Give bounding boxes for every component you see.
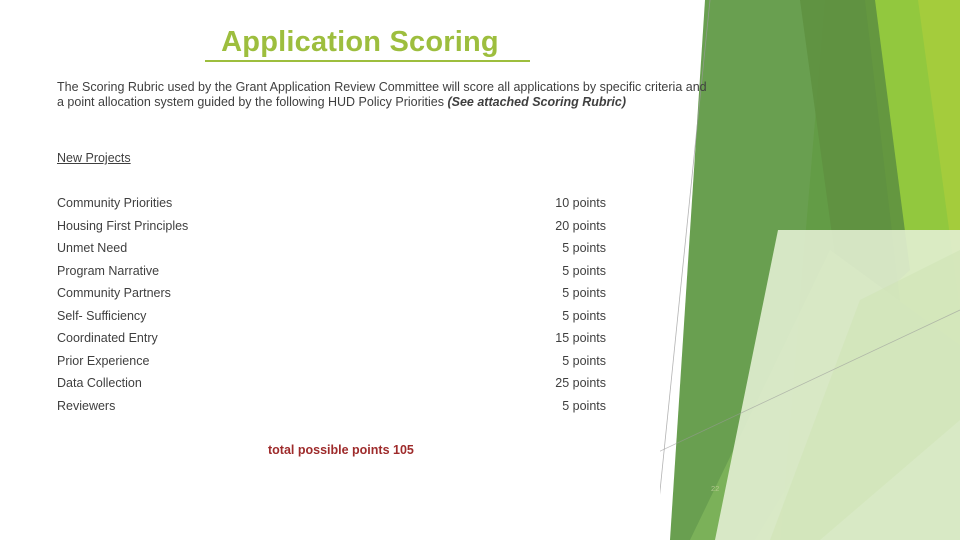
criterion-label: Self- Sufficiency xyxy=(57,308,147,323)
scoring-row: Unmet Need 5 points xyxy=(57,241,606,264)
criterion-points: 10 points xyxy=(555,196,606,210)
deco-shape-medium-green xyxy=(690,250,960,540)
criterion-label: Program Narrative xyxy=(57,263,160,278)
title-underline xyxy=(205,60,530,62)
criterion-label: Data Collection xyxy=(57,376,142,390)
page-number: 22 xyxy=(711,484,720,493)
deco-shape-dark-green xyxy=(800,0,910,330)
deco-shape-bright-green xyxy=(780,0,960,540)
scoring-row: Community Priorities 10 points xyxy=(57,196,606,219)
criterion-label: Housing First Principles xyxy=(57,218,189,233)
section-heading-new-projects: New Projects xyxy=(57,151,131,165)
slide-content: Application Scoring The Scoring Rubric u… xyxy=(0,0,720,540)
criterion-label: Unmet Need xyxy=(57,241,128,255)
scoring-row: Reviewers 5 points xyxy=(57,399,606,422)
total-points-line: total possible points 105 xyxy=(268,443,414,457)
intro-emphasis: (See attached Scoring Rubric) xyxy=(447,94,626,109)
intro-paragraph: The Scoring Rubric used by the Grant App… xyxy=(57,80,717,109)
criterion-points: 20 points xyxy=(555,218,606,233)
criterion-points: 5 points xyxy=(562,286,606,300)
scoring-row: Self- Sufficiency 5 points xyxy=(57,309,606,332)
criterion-points: 5 points xyxy=(562,398,606,413)
criterion-label: Reviewers xyxy=(57,398,116,413)
criterion-points: 5 points xyxy=(562,241,606,255)
criterion-label: Community Priorities xyxy=(57,196,173,210)
scoring-row: Data Collection 25 points xyxy=(57,376,606,399)
scoring-row: Coordinated Entry 15 points xyxy=(57,331,606,354)
page-title: Application Scoring xyxy=(221,26,499,58)
scoring-row: Housing First Principles 20 points xyxy=(57,219,606,242)
deco-shape-light-green xyxy=(770,250,960,540)
criterion-label: Community Partners xyxy=(57,286,171,300)
slide: Application Scoring The Scoring Rubric u… xyxy=(0,0,960,540)
criterion-points: 15 points xyxy=(555,331,606,345)
scoring-criteria-list: Community Priorities 10 points Housing F… xyxy=(57,196,606,421)
deco-shape-pale-green xyxy=(715,230,960,540)
deco-shape-lime-right xyxy=(810,0,960,540)
criterion-points: 5 points xyxy=(562,308,606,323)
criterion-label: Coordinated Entry xyxy=(57,331,158,345)
criterion-points: 5 points xyxy=(562,263,606,278)
criterion-points: 5 points xyxy=(562,353,606,368)
scoring-row: Community Partners 5 points xyxy=(57,286,606,309)
criterion-label: Prior Experience xyxy=(57,353,150,368)
scoring-row: Prior Experience 5 points xyxy=(57,354,606,377)
criterion-points: 25 points xyxy=(555,376,606,390)
scoring-row: Program Narrative 5 points xyxy=(57,264,606,287)
